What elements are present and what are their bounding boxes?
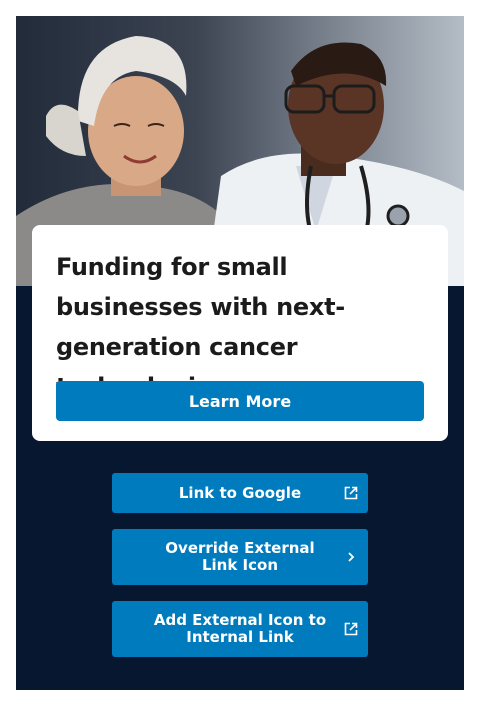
override-external-link-icon-button[interactable]: Override External Link Icon — [112, 529, 368, 585]
external-link-icon — [343, 485, 359, 501]
promo-card: Funding for small businesses with next-g… — [32, 225, 448, 441]
link-label: Override External Link Icon — [165, 539, 315, 574]
link-to-google-button[interactable]: Link to Google — [112, 473, 368, 513]
learn-more-button[interactable]: Learn More — [56, 381, 424, 421]
link-label: Link to Google — [178, 483, 302, 502]
chevron-right-icon — [343, 549, 359, 565]
link-label: Add External Icon to Internal Link — [153, 611, 327, 646]
feature-card: Funding for small businesses with next-g… — [16, 16, 464, 690]
link-button-group: Link to Google Override External Link Ic… — [112, 473, 368, 673]
add-external-icon-button[interactable]: Add External Icon to Internal Link — [112, 601, 368, 657]
external-link-icon — [343, 621, 359, 637]
